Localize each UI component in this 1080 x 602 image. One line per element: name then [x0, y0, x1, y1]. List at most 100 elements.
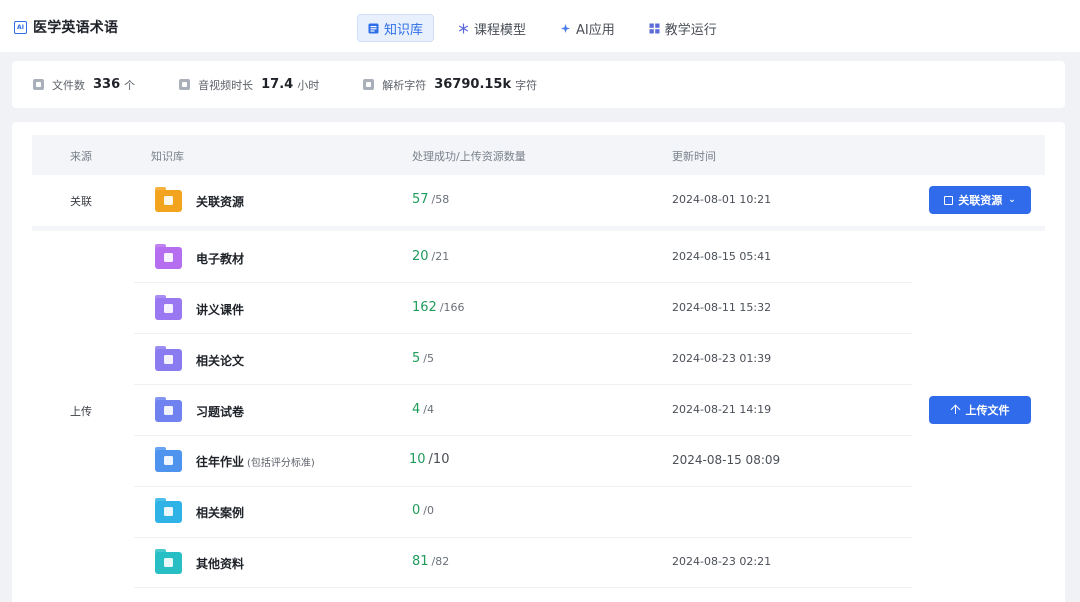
count-cell: 0/0: [412, 503, 434, 518]
stat-unit: 字符: [515, 78, 538, 92]
stat-value: 336: [93, 77, 121, 92]
tab-knowledge-base[interactable]: 知识库: [357, 14, 435, 42]
brand: AI 医学英语术语: [14, 17, 118, 37]
stat-unit: 个: [124, 78, 136, 92]
stats-bar: 文件数 336 个 音视频时长 17.4 小时 解析字符 36790.15k 字…: [12, 61, 1065, 108]
update-time: 2024-08-23 01:39: [672, 352, 772, 365]
success-count: 10: [409, 452, 426, 467]
table-header: 来源 知识库 处理成功/上传资源数量 更新时间: [32, 135, 1045, 175]
kb-name: 关联资源: [196, 194, 245, 209]
row-divider: [134, 435, 912, 436]
source-label: 关联: [70, 195, 92, 208]
row-divider: [134, 384, 912, 385]
tab-course-model[interactable]: 课程模型: [448, 14, 536, 42]
count-cell: 4/4: [412, 402, 434, 417]
header-source: 来源: [70, 150, 92, 163]
success-count: 5: [412, 351, 421, 366]
folder-icon: [155, 498, 182, 523]
header-time: 更新时间: [672, 150, 716, 163]
kb-name-text: 往年作业: [196, 454, 245, 469]
ai-logo-icon: AI: [14, 20, 27, 34]
row-divider: [134, 486, 912, 487]
total-count: /21: [431, 250, 450, 263]
upload-file-button[interactable]: 上传文件: [929, 396, 1031, 424]
button-label: 上传文件: [965, 404, 1010, 417]
stat-parsed-chars: 解析字符 36790.15k 字符: [363, 77, 537, 93]
upload-icon: [951, 405, 961, 415]
folder-icon: [155, 244, 182, 269]
success-count: 0: [412, 503, 421, 518]
snowflake-icon: [458, 23, 469, 33]
table-row[interactable]: 往年作业 (包括评分标准): [155, 447, 315, 472]
table-row[interactable]: 相关论文: [155, 346, 245, 371]
link-resources-button[interactable]: 关联资源 ⌄: [929, 186, 1031, 214]
source-label: 上传: [70, 405, 92, 418]
knowledge-table: 来源 知识库 处理成功/上传资源数量 更新时间 关联 关联资源 57/58 20…: [12, 122, 1065, 602]
kb-name: 往年作业 (包括评分标准): [196, 453, 315, 470]
kb-name: 习题试卷: [196, 404, 245, 419]
row-divider: [134, 537, 912, 538]
table-row[interactable]: 关联资源: [155, 187, 245, 212]
kb-name: 相关论文: [196, 353, 245, 368]
header-count: 处理成功/上传资源数量: [412, 150, 526, 163]
count-cell: 10/10: [409, 452, 449, 467]
folder-icon: [155, 397, 182, 422]
row-divider: [134, 282, 912, 283]
update-time: 2024-08-01 10:21: [672, 193, 772, 206]
table-row[interactable]: 其他资料: [155, 549, 245, 574]
text-icon: [363, 79, 375, 90]
success-count: 4: [412, 402, 421, 417]
stat-value: 36790.15k: [434, 77, 512, 92]
stat-value: 17.4: [261, 77, 294, 92]
top-header: AI 医学英语术语 知识库 课程模型 AI应用 教学运行: [0, 0, 1080, 52]
folder-icon: [155, 447, 182, 472]
stat-label: 音视频时长: [198, 78, 254, 92]
total-count: /82: [431, 555, 450, 568]
link-icon: [944, 195, 954, 205]
folder-icon: [155, 346, 182, 371]
sparkle-icon: [561, 23, 571, 33]
main-nav: 知识库 课程模型 AI应用 教学运行: [357, 14, 741, 42]
grid-icon: [649, 23, 660, 33]
count-cell: 81/82: [412, 554, 449, 569]
kb-name: 其他资料: [196, 556, 245, 571]
kb-name: 电子教材: [196, 251, 245, 266]
table-row[interactable]: 相关案例: [155, 498, 245, 523]
tab-ai-apps[interactable]: AI应用: [550, 14, 625, 42]
stat-unit: 小时: [297, 78, 320, 92]
success-count: 20: [412, 249, 429, 264]
stat-file-count: 文件数 336 个: [33, 77, 135, 93]
stat-media-duration: 音视频时长 17.4 小时: [179, 77, 319, 93]
count-cell: 20/21: [412, 249, 449, 264]
kb-note: (包括评分标准): [247, 457, 315, 469]
kb-name: 相关案例: [196, 505, 245, 520]
total-count: /166: [439, 301, 465, 314]
file-icon: [33, 79, 44, 90]
tab-label: 教学运行: [664, 22, 717, 38]
total-count: /0: [423, 504, 434, 517]
update-time: 2024-08-21 14:19: [672, 403, 772, 416]
folder-icon: [155, 187, 182, 212]
header-kb: 知识库: [151, 150, 184, 163]
group-divider: [32, 226, 1045, 231]
stat-label: 文件数: [52, 78, 85, 92]
update-time: 2024-08-15 08:09: [672, 453, 781, 467]
tab-teaching-ops[interactable]: 教学运行: [639, 14, 727, 42]
document-icon: [368, 23, 379, 33]
kb-name: 讲义课件: [196, 302, 245, 317]
total-count: /58: [431, 193, 450, 206]
table-row[interactable]: 讲义课件: [155, 295, 245, 320]
video-icon: [179, 79, 191, 90]
count-cell: 57/58: [412, 192, 449, 207]
stat-label: 解析字符: [382, 78, 427, 92]
success-count: 57: [412, 192, 429, 207]
success-count: 81: [412, 554, 429, 569]
tab-label: AI应用: [576, 22, 615, 38]
update-time: 2024-08-11 15:32: [672, 301, 772, 314]
row-divider: [134, 587, 912, 588]
table-row[interactable]: 电子教材: [155, 244, 245, 269]
folder-icon: [155, 549, 182, 574]
table-row[interactable]: 习题试卷: [155, 397, 245, 422]
count-cell: 162/166: [412, 300, 465, 315]
button-label: 关联资源: [958, 194, 1003, 207]
